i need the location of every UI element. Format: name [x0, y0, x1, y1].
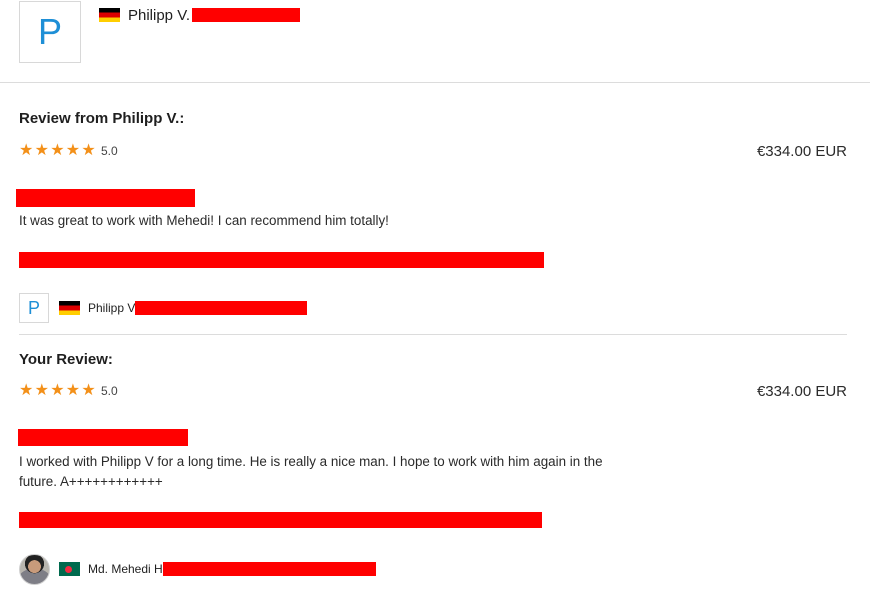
redacted-block — [135, 301, 308, 315]
germany-flag-icon — [99, 8, 120, 22]
redacted-block — [18, 429, 188, 446]
star-icon: ★ — [19, 382, 34, 399]
client-review-price: €334.00 EUR — [756, 143, 847, 160]
reviewer-avatar[interactable]: P — [19, 293, 49, 323]
star-icon: ★ — [65, 142, 81, 159]
client-review-text: It was great to work with Mehedi! I can … — [19, 213, 389, 228]
reviewer-avatar-letter: P — [27, 297, 40, 318]
client-review-title: Review from Philipp V.: — [19, 110, 185, 127]
client-review-rating: ★ ★ ★ ★ ★ 5.0 — [19, 143, 118, 159]
star-icon: ★ — [34, 382, 49, 399]
redacted-block — [19, 252, 544, 268]
reviewer-name[interactable]: Md. Mehedi H — [88, 562, 163, 576]
your-review-price: €334.00 EUR — [756, 383, 847, 400]
star-icon: ★ — [81, 142, 96, 159]
star-icon: ★ — [50, 142, 65, 159]
your-reviewer: Md. Mehedi H — [19, 553, 376, 585]
star-icon: ★ — [65, 382, 81, 399]
client-header: Philipp V. — [99, 6, 300, 24]
client-avatar-letter: P — [37, 11, 62, 52]
client-avatar[interactable]: P — [19, 1, 81, 63]
client-reviewer: P Philipp V — [19, 293, 308, 323]
review-page: P Philipp V. Review from Philipp V.: ★ ★… — [0, 0, 870, 590]
bangladesh-flag-icon — [59, 562, 80, 576]
redacted-block — [19, 512, 542, 528]
star-icon: ★ — [34, 142, 49, 159]
your-review-title: Your Review: — [19, 351, 113, 368]
redacted-block — [162, 562, 376, 576]
rating-value: 5.0 — [100, 144, 118, 158]
star-icon: ★ — [19, 142, 34, 159]
your-review-text: I worked with Philipp V for a long time.… — [19, 452, 649, 492]
your-review-text-line: future. A++++++++++++ — [19, 474, 163, 489]
redacted-block — [16, 189, 195, 207]
user-avatar-photo[interactable] — [19, 553, 50, 585]
rating-value: 5.0 — [100, 384, 118, 398]
redacted-block — [192, 8, 300, 22]
star-icon: ★ — [81, 382, 96, 399]
section-divider — [19, 334, 847, 335]
client-name[interactable]: Philipp V. — [128, 7, 190, 24]
your-review-text-line: I worked with Philipp V for a long time.… — [19, 454, 603, 469]
reviewer-name[interactable]: Philipp V — [88, 301, 135, 315]
header-divider — [0, 82, 870, 83]
your-review-rating: ★ ★ ★ ★ ★ 5.0 — [19, 383, 118, 399]
germany-flag-icon — [59, 301, 80, 315]
star-icon: ★ — [50, 382, 65, 399]
